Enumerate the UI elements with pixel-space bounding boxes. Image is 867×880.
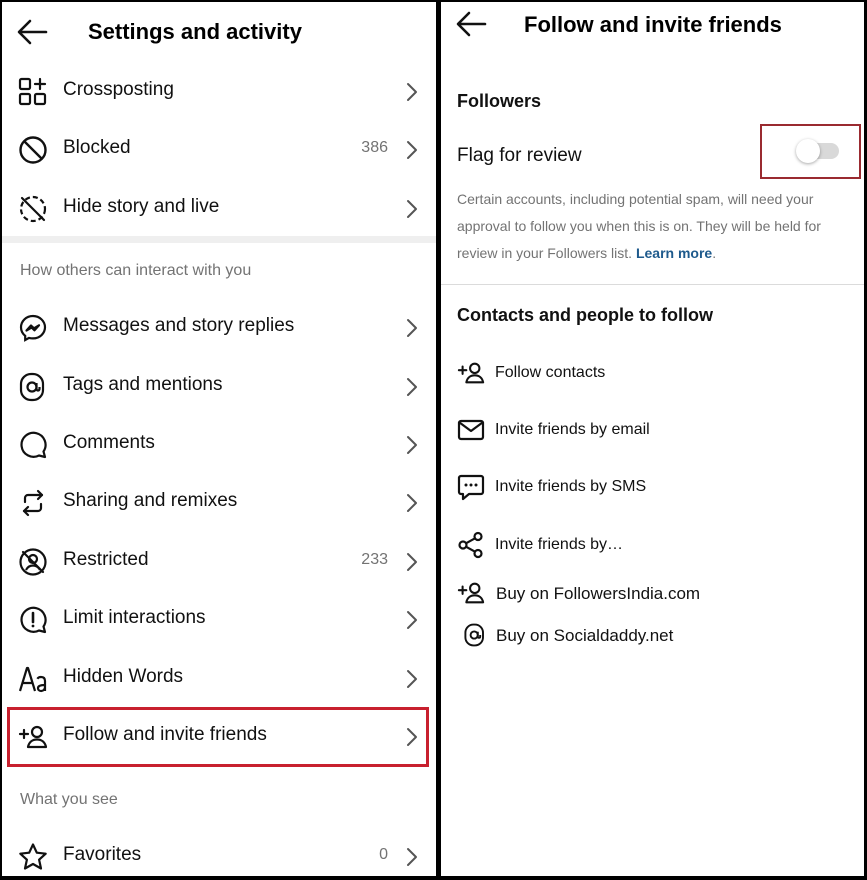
menu-item-tags[interactable]: Tags and mentions <box>2 357 436 415</box>
favorites-count: 0 <box>379 846 388 863</box>
follow-contacts-item[interactable]: Follow contacts <box>441 353 864 393</box>
menu-item-restricted[interactable]: Restricted 233 <box>2 532 436 590</box>
flag-for-review-toggle[interactable] <box>796 139 839 163</box>
settings-activity-panel: Settings and activity Crossposting Block… <box>2 2 436 876</box>
chevron-right-icon <box>406 377 418 397</box>
menu-item-label: Hide story and live <box>63 196 220 217</box>
menu-item-label: Tags and mentions <box>63 374 223 395</box>
back-arrow-icon[interactable] <box>16 18 48 46</box>
buy-socialdaddy-item[interactable]: Buy on Socialdaddy.net <box>441 615 864 655</box>
menu-item-label: Hidden Words <box>63 666 184 687</box>
menu-item-label: Sharing and remixes <box>63 490 238 511</box>
email-icon <box>457 416 485 444</box>
description-end: . <box>712 245 717 261</box>
blocked-icon <box>18 135 48 165</box>
hide-story-icon <box>18 194 48 224</box>
invite-email-item[interactable]: Invite friends by email <box>441 410 864 450</box>
page-title: Settings and activity <box>88 19 302 44</box>
star-icon <box>18 842 48 872</box>
toggle-highlight-box <box>760 124 861 179</box>
section-divider <box>2 236 436 243</box>
menu-item-crossposting[interactable]: Crossposting <box>2 62 436 120</box>
menu-item-label: Blocked <box>63 137 131 158</box>
menu-item-label: Favorites <box>63 844 142 865</box>
chevron-right-icon <box>406 140 418 160</box>
comment-icon <box>18 430 48 460</box>
buy-followersindia-item[interactable]: Buy on FollowersIndia.com <box>441 573 864 613</box>
menu-item-label: Comments <box>63 432 155 453</box>
item-label: Buy on Socialdaddy.net <box>496 626 674 645</box>
chevron-right-icon <box>406 493 418 513</box>
flag-description: Certain accounts, including potential sp… <box>457 186 853 267</box>
crossposting-icon <box>18 77 48 107</box>
section-header-interact: How others can interact with you <box>20 262 252 279</box>
learn-more-link[interactable]: Learn more <box>636 245 712 261</box>
hidden-words-icon <box>18 664 48 694</box>
menu-item-label: Restricted <box>63 549 149 570</box>
repost-icon <box>18 488 48 518</box>
item-label: Buy on FollowersIndia.com <box>496 584 701 603</box>
section-header-what-you-see: What you see <box>20 791 118 808</box>
toggle-knob <box>796 139 820 163</box>
highlight-box <box>7 707 429 767</box>
invite-share-item[interactable]: Invite friends by… <box>441 525 864 565</box>
item-label: Follow contacts <box>495 364 606 381</box>
menu-item-favorites[interactable]: Favorites 0 <box>2 827 436 876</box>
follow-invite-panel: Follow and invite friends Followers Flag… <box>441 2 864 876</box>
menu-item-label: Crossposting <box>63 79 174 100</box>
menu-item-limit-interactions[interactable]: Limit interactions <box>2 590 436 648</box>
chevron-right-icon <box>406 669 418 689</box>
sms-icon <box>457 473 485 501</box>
limit-interactions-icon <box>18 605 48 635</box>
menu-item-blocked[interactable]: Blocked 386 <box>2 120 436 178</box>
menu-item-label: Messages and story replies <box>63 315 295 336</box>
share-icon <box>457 531 485 559</box>
item-label: Invite friends by… <box>495 536 624 553</box>
flag-for-review-label: Flag for review <box>457 145 582 166</box>
menu-item-hidden-words[interactable]: Hidden Words <box>2 649 436 707</box>
chevron-right-icon <box>406 82 418 102</box>
messenger-icon <box>18 313 48 343</box>
menu-item-messages[interactable]: Messages and story replies <box>2 298 436 356</box>
item-label: Invite friends by email <box>495 421 650 438</box>
chevron-right-icon <box>406 610 418 630</box>
left-header: Settings and activity <box>2 2 436 62</box>
at-sign-icon <box>463 621 491 649</box>
blocked-count: 386 <box>361 139 388 156</box>
right-header: Follow and invite friends <box>441 2 864 62</box>
chevron-right-icon <box>406 435 418 455</box>
section-header-followers: Followers <box>457 91 542 111</box>
restricted-count: 233 <box>361 551 388 568</box>
item-label: Invite friends by SMS <box>495 478 647 495</box>
add-person-icon <box>457 359 485 387</box>
page-title: Follow and invite friends <box>524 12 782 37</box>
section-header-contacts: Contacts and people to follow <box>457 305 713 325</box>
menu-item-label: Limit interactions <box>63 607 206 628</box>
back-arrow-icon[interactable] <box>455 10 487 38</box>
chevron-right-icon <box>406 847 418 867</box>
menu-item-hide-story[interactable]: Hide story and live <box>2 179 436 237</box>
menu-item-sharing[interactable]: Sharing and remixes <box>2 473 436 531</box>
restricted-icon <box>18 547 48 577</box>
chevron-right-icon <box>406 318 418 338</box>
at-sign-icon <box>18 372 48 402</box>
chevron-right-icon <box>406 552 418 572</box>
chevron-right-icon <box>406 199 418 219</box>
menu-item-comments[interactable]: Comments <box>2 415 436 473</box>
section-divider <box>441 284 864 285</box>
invite-sms-item[interactable]: Invite friends by SMS <box>441 467 864 507</box>
add-person-icon <box>457 579 485 607</box>
